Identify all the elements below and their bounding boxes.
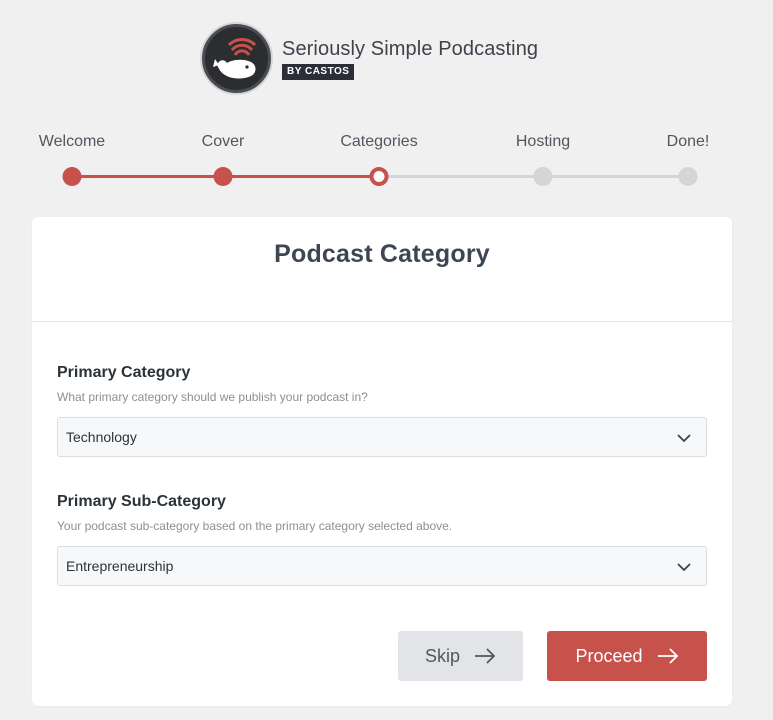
sub-category-label: Primary Sub-Category — [57, 493, 226, 510]
progress-stepper: Welcome Cover Categories Hosting Done! — [0, 130, 773, 190]
step-dot-categories — [369, 167, 389, 186]
card-divider — [32, 321, 732, 322]
brand-text: Seriously Simple Podcasting BY CASTOS — [282, 37, 538, 80]
brand-header: Seriously Simple Podcasting BY CASTOS — [202, 24, 538, 93]
whale-podcast-logo-icon — [202, 24, 271, 93]
proceed-button[interactable]: Proceed — [547, 631, 707, 681]
sub-category-select[interactable]: Entrepreneurship — [57, 546, 707, 586]
brand-title: Seriously Simple Podcasting — [282, 38, 539, 60]
skip-button-label: Skip — [424, 645, 460, 666]
chevron-down-icon — [677, 434, 691, 443]
step-label-welcome: Welcome — [38, 133, 106, 150]
chevron-down-icon — [677, 563, 691, 572]
step-dot-cover — [213, 167, 233, 186]
primary-category-help: What primary category should we publish … — [57, 390, 368, 404]
sub-category-value: Entrepreneurship — [66, 558, 174, 574]
proceed-button-label: Proceed — [575, 645, 643, 666]
arrow-right-icon — [475, 648, 496, 664]
primary-category-value: Technology — [66, 429, 137, 445]
sub-category-help: Your podcast sub-category based on the p… — [57, 519, 453, 533]
category-card: Podcast Category Primary Category What p… — [32, 217, 732, 706]
step-dot-done — [678, 167, 698, 186]
step-dot-welcome — [62, 167, 82, 186]
brand-badge: BY CASTOS — [282, 64, 355, 80]
step-label-hosting: Hosting — [515, 133, 571, 150]
step-label-cover: Cover — [201, 133, 245, 150]
step-label-done: Done! — [666, 133, 710, 150]
arrow-right-icon — [657, 648, 678, 664]
step-label-categories: Categories — [340, 133, 418, 150]
card-title: Podcast Category — [274, 240, 490, 268]
skip-button[interactable]: Skip — [398, 631, 523, 681]
step-dot-hosting — [533, 167, 553, 186]
primary-category-label: Primary Category — [57, 364, 191, 381]
primary-category-select[interactable]: Technology — [57, 417, 707, 457]
